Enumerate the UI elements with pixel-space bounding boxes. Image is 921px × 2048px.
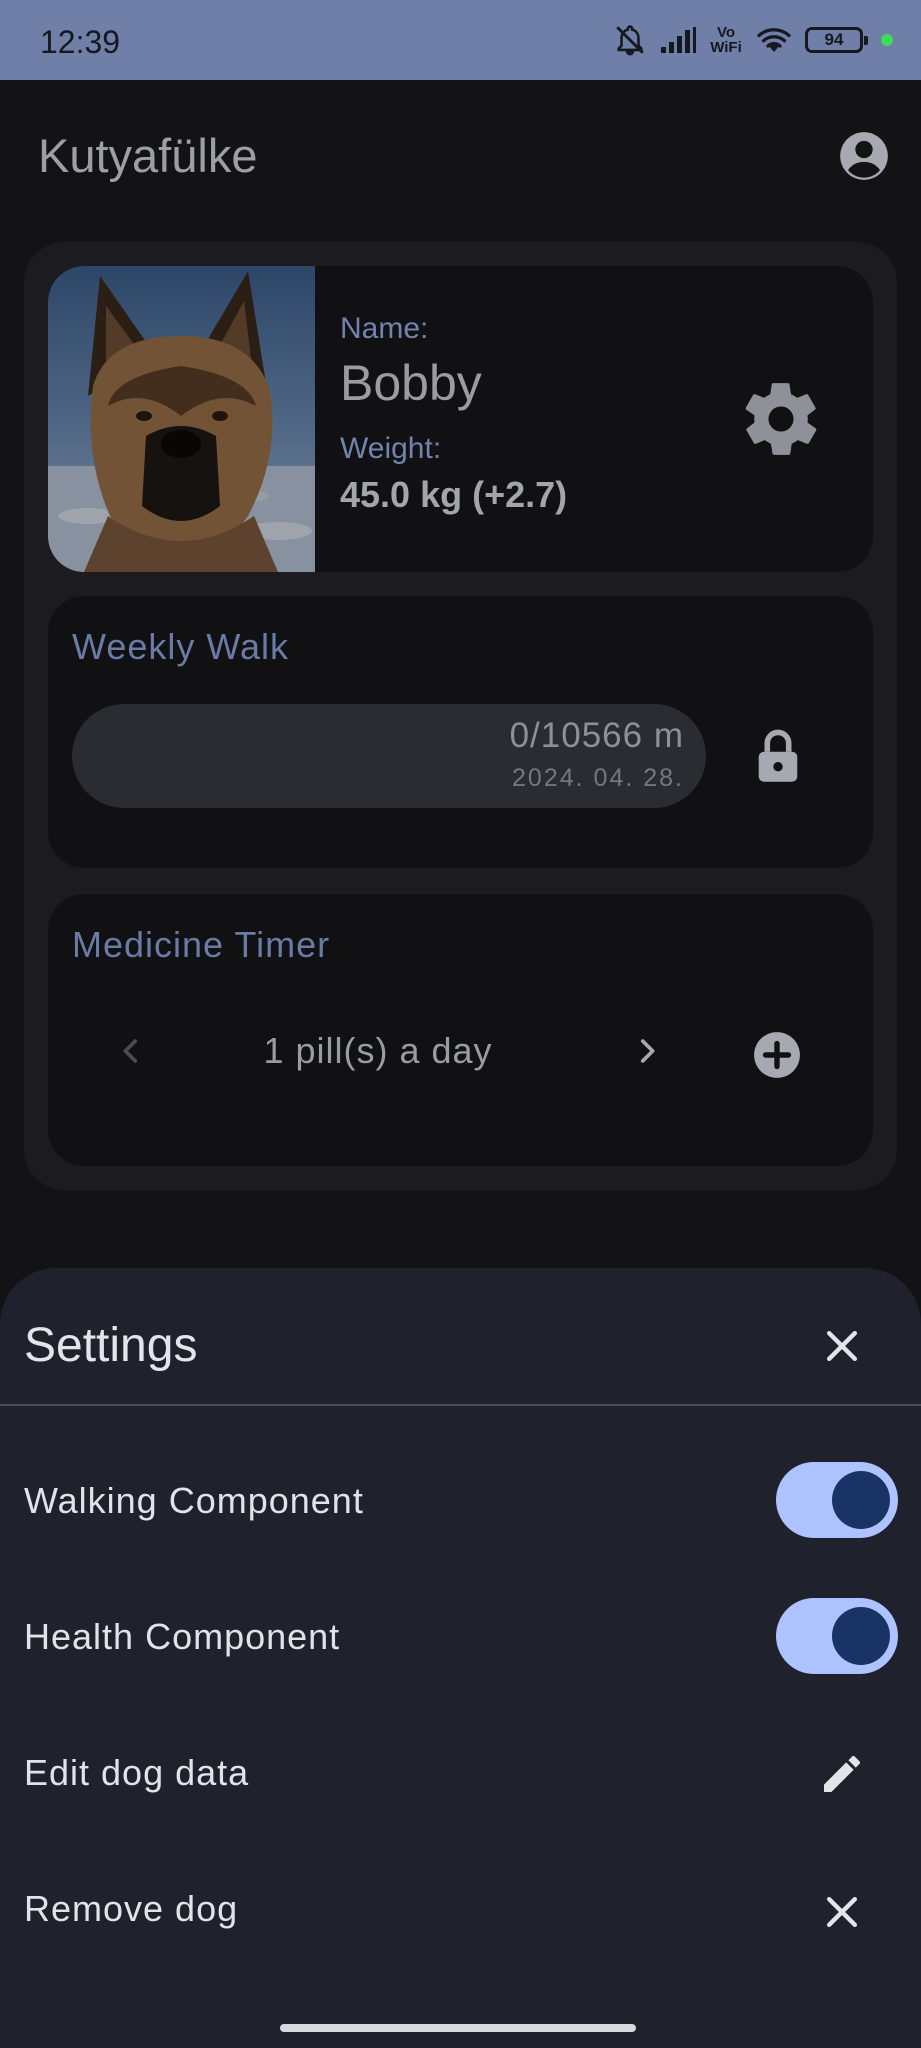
lock-icon[interactable] [752,726,804,786]
dog-info-card: Name: Bobby Weight: 45.0 kg (+2.7) [48,266,873,572]
weight-label: Weight: [340,432,442,465]
signal-icon [659,25,697,55]
chevron-left-icon[interactable] [114,1034,148,1068]
battery-icon: 94 [805,27,868,53]
walk-distance: 0/10566 m [509,716,684,755]
name-label: Name: [340,312,429,345]
wifi-icon [755,25,793,55]
close-icon[interactable] [820,1324,864,1368]
gear-icon[interactable] [738,376,824,462]
dog-name: Bobby [340,355,482,411]
dog-weight: 45.0 kg (+2.7) [340,474,568,515]
edit-icon[interactable] [818,1750,866,1798]
account-circle-icon[interactable] [838,130,890,182]
walking-component-toggle[interactable] [776,1462,898,1538]
settings-sheet: Settings Walking Component Health Compon… [0,1268,921,2048]
privacy-dot [881,34,893,46]
dog-photo [48,266,315,572]
settings-title: Settings [24,1319,198,1372]
toggle-knob [832,1607,890,1665]
toggle-knob [832,1471,890,1529]
settings-divider [0,1404,921,1406]
walking-component-label: Walking Component [24,1480,364,1521]
status-time: 12:39 [40,24,121,60]
vowifi-indicator: Vo WiFi [710,24,742,56]
app-title: Kutyafülke [38,129,258,182]
close-icon[interactable] [820,1890,864,1934]
add-circle-icon[interactable] [752,1030,802,1080]
status-icons: Vo WiFi 94 [613,20,893,60]
weekly-walk-title: Weekly Walk [72,626,290,667]
health-component-label: Health Component [24,1616,341,1657]
walk-progress-bar[interactable]: 0/10566 m 2024. 04. 28. [72,704,706,808]
health-component-toggle[interactable] [776,1598,898,1674]
bell-off-icon [613,23,647,57]
status-bar: 12:39 Vo WiFi 94 [0,0,921,80]
medicine-schedule: 1 pill(s) a day [263,1030,493,1071]
weekly-walk-card: Weekly Walk 0/10566 m 2024. 04. 28. [48,596,873,868]
walk-date: 2024. 04. 28. [512,764,684,792]
remove-dog-label[interactable]: Remove dog [24,1888,238,1930]
home-indicator[interactable] [280,2024,636,2032]
medicine-timer-title: Medicine Timer [72,924,331,965]
medicine-timer-card: Medicine Timer 1 pill(s) a day [48,894,873,1166]
edit-dog-data-label[interactable]: Edit dog data [24,1752,249,1794]
chevron-right-icon[interactable] [630,1034,664,1068]
